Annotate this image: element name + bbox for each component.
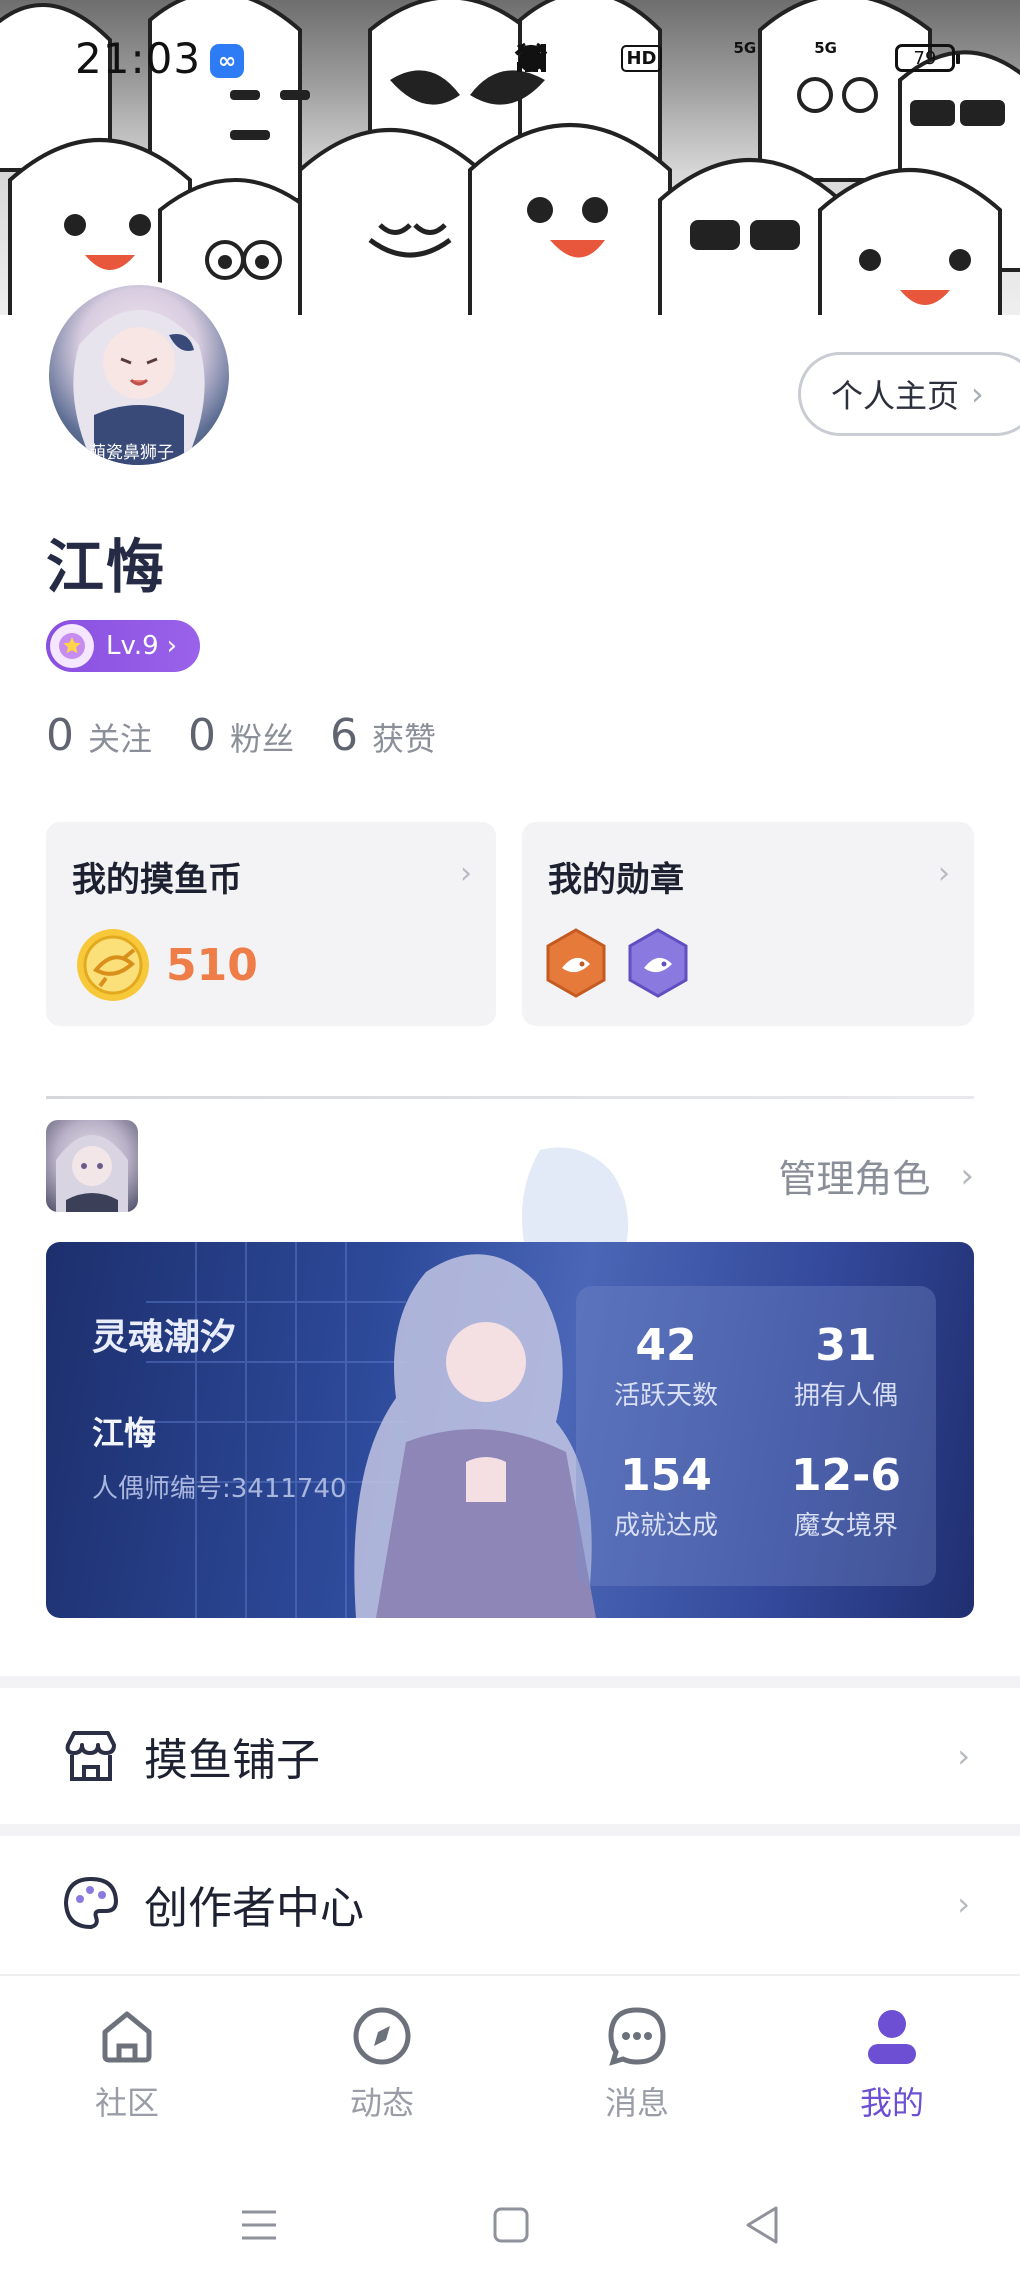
tab-mine[interactable]: 我的 [812,2004,972,2124]
user-icon [868,2010,916,2064]
medals-title: 我的勋章 [548,860,684,900]
likes-count: 6 [330,710,359,761]
chevron-right-icon: › [957,1737,970,1775]
following-label: 关注 [88,720,153,758]
following-count: 0 [46,710,74,761]
witch-realm-value: 12-6 [790,1450,902,1501]
tab-feed[interactable]: 动态 [302,2004,462,2124]
menu-item-label: 摸鱼铺子 [144,1735,320,1786]
medals-card[interactable]: 我的勋章 › [522,822,974,1026]
status-time: 21:03 [75,34,202,83]
shop-icon [65,1731,116,1781]
status-icons: HD 5G 5G 79 [513,39,960,76]
server-name: 灵魂潮汐 [92,1317,237,1358]
character-id: 人偶师编号:3411740 [92,1474,347,1504]
chevron-right-icon: › [971,375,984,413]
achievements-value: 154 [620,1450,712,1501]
tab-messages[interactable]: 消息 [557,2004,717,2124]
battery-icon: 79 [895,44,960,72]
medal-list [544,928,690,998]
username: 江悔 [46,533,167,601]
tab-label: 消息 [604,2084,669,2122]
manage-character-label: 管理角色 [778,1157,931,1201]
battery-level: 79 [913,47,937,69]
star-icon [50,624,94,668]
fish-coin-card[interactable]: 我的摸鱼币 › 510 [46,822,496,1026]
fish-medal-purple-icon [628,928,688,998]
mute-icon [517,40,603,76]
fish-coin-value: 510 [166,939,258,991]
tab-label: 我的 [859,2084,924,2122]
followers-count: 0 [188,710,217,761]
active-days-value: 42 [635,1320,697,1371]
palette-icon [63,1876,119,1930]
tab-community[interactable]: 社区 [47,2004,207,2124]
achievements-stat: 154 成就达成 [576,1450,756,1542]
fish-medal-orange-icon [546,928,606,998]
menu-item-creator-center[interactable]: 创作者中心 › [0,1836,1020,1972]
personal-homepage-label: 个人主页 [831,377,960,415]
home-icon [102,2011,152,2063]
menu-icon[interactable] [234,2200,284,2250]
section-separator [0,1676,1020,1688]
coin-balance: 510 [76,928,258,1002]
section-divider [46,1096,974,1099]
character-name: 江悔 [92,1414,157,1452]
witch-realm-label: 魔女境界 [793,1511,898,1541]
section-separator [0,1824,1020,1836]
chevron-right-icon: › [938,856,950,891]
profile-stats: 0 关注 0 粉丝 6 获赞 [46,710,472,761]
fish-coin-icon [77,929,149,1001]
level-label: Lv.9 [106,631,159,661]
manage-character-button[interactable]: 管理角色 › [778,1148,974,1203]
likes-label: 获赞 [372,720,437,758]
bottom-navigation: 社区 动态 消息 我的 [0,1974,1020,2124]
active-days-label: 活跃天数 [613,1381,718,1411]
chevron-right-icon: › [460,856,472,891]
infinity-app-icon: ∞ [210,44,244,78]
active-days-stat: 42 活跃天数 [576,1320,756,1412]
achievements-label: 成就达成 [613,1511,718,1541]
avatar-caption: 萌瓷鼻狮子 [89,443,174,463]
compass-icon [353,2007,411,2065]
network-type-label: 5G [814,39,837,57]
chat-icon [608,2007,666,2066]
character-stats-panel: 42 活跃天数 31 拥有人偶 154 成就达成 12-6 魔女境界 [576,1286,936,1586]
profile-banner: 21:03 ∞ HD 5G 5G 79 [0,0,1020,315]
signal-icon [517,40,796,76]
witch-realm-stat: 12-6 魔女境界 [756,1450,936,1542]
owned-dolls-label: 拥有人偶 [793,1381,898,1411]
followers-label: 粉丝 [230,720,295,758]
wifi-icon [515,40,716,76]
character-thumbnail-illustration [56,1135,128,1212]
likes-stat[interactable]: 6 获赞 [330,710,436,761]
signal-icon [517,40,877,76]
chevron-right-icon: › [166,631,178,661]
system-navigation-bar [0,2160,1020,2280]
network-type-label: 5G [733,39,757,57]
character-thumbnail[interactable] [46,1120,138,1212]
owned-dolls-stat: 31 拥有人偶 [756,1320,936,1412]
tab-label: 动态 [349,2084,414,2122]
avatar[interactable]: 萌瓷鼻狮子 [44,280,234,470]
fish-coin-title: 我的摸鱼币 [72,860,242,900]
chevron-right-icon: › [957,1885,970,1923]
tab-label: 社区 [94,2084,159,2122]
hd-badge: HD [621,44,662,72]
status-bar: 21:03 ∞ HD 5G 5G 79 [0,0,1020,120]
chevron-right-icon: › [960,1155,974,1196]
menu-item-shop[interactable]: 摸鱼铺子 › [0,1688,1020,1824]
owned-dolls-value: 31 [815,1320,877,1371]
following-stat[interactable]: 0 关注 [46,710,152,761]
level-badge[interactable]: Lv.9 › [46,620,200,672]
personal-homepage-button[interactable]: 个人主页 › [798,352,1020,436]
avatar-image: 萌瓷鼻狮子 [49,285,229,465]
menu-item-label: 创作者中心 [144,1883,364,1934]
home-square-icon[interactable] [486,2200,536,2250]
back-triangle-icon[interactable] [738,2200,788,2250]
character-card[interactable]: 灵魂潮汐 江悔 人偶师编号:3411740 42 活跃天数 31 拥有人偶 15… [46,1242,974,1618]
followers-stat[interactable]: 0 粉丝 [188,710,294,761]
